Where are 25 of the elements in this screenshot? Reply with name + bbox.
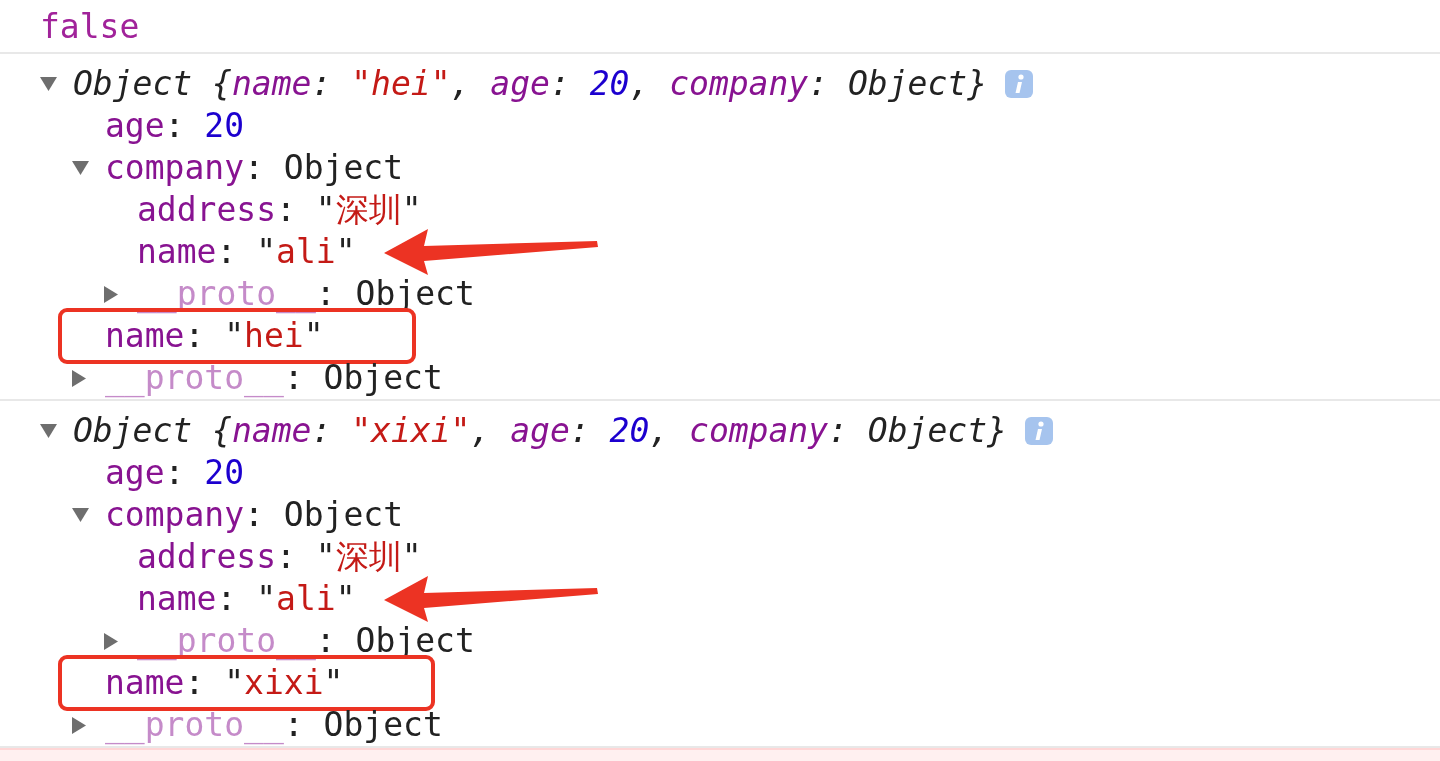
console-line-text: address: "深圳" xyxy=(137,190,422,230)
console-line-text: Object {name: "hei", age: 20, company: Object} xyxy=(73,63,988,106)
caret-right-icon[interactable] xyxy=(72,369,86,387)
console-line-text: name: "hei" xyxy=(105,316,324,356)
console-line-text: __proto__: Object xyxy=(137,621,475,661)
console-line-text: name: "ali" xyxy=(137,579,356,619)
caret-right-icon[interactable] xyxy=(104,285,118,303)
console-line-text: false xyxy=(40,6,140,49)
console-line-text: name: "xixi" xyxy=(105,663,344,703)
caret-down-icon[interactable] xyxy=(40,77,57,91)
caret-right-icon[interactable] xyxy=(72,716,86,734)
console-line-text: __proto__: Object xyxy=(105,705,443,745)
console-line-text: __proto__: Object xyxy=(137,274,475,314)
console-line-text: age: 20 xyxy=(105,453,245,493)
console-line-text: __proto__: Object xyxy=(105,358,443,398)
console-line-text: age: 20 xyxy=(105,106,245,146)
caret-down-icon[interactable] xyxy=(72,508,89,522)
caret-right-icon[interactable] xyxy=(104,632,118,650)
console-line-text: Object {name: "xixi", age: 20, company: Object} xyxy=(73,410,1007,453)
console-line-text: address: "深圳" xyxy=(137,537,422,577)
console-line-text: name: "ali" xyxy=(137,232,356,272)
console-line-text: company: Object xyxy=(105,148,404,188)
console-line-text: company: Object xyxy=(105,495,404,535)
caret-down-icon[interactable] xyxy=(40,424,57,438)
caret-down-icon[interactable] xyxy=(72,161,89,175)
